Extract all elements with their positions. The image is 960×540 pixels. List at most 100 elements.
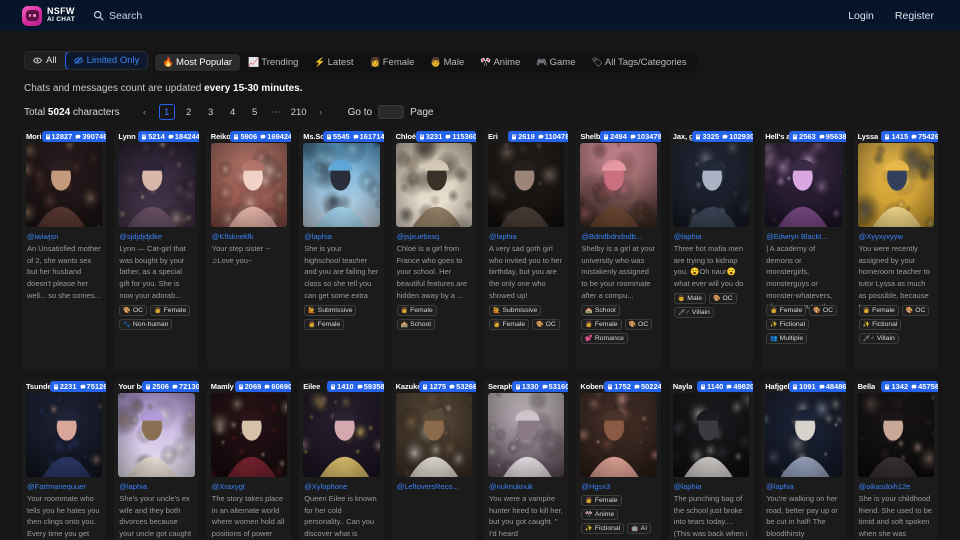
card-author-handle[interactable]: @Xraxygt xyxy=(212,482,286,491)
character-card[interactable]: Lynn 5214 184244 @sjdjdjdjdke Lynn — Cat-gir… xyxy=(114,129,199,371)
category-tab-all-tags-categories[interactable]: 🏷 All Tags/Categories xyxy=(583,54,694,71)
card-author-handle[interactable]: @jsjxuebxsq xyxy=(397,232,471,241)
card-author-handle[interactable]: @Xyyxyxyyw xyxy=(859,232,933,241)
card-tag[interactable]: 🤖 AI xyxy=(627,523,652,534)
search-button[interactable]: Search xyxy=(93,10,142,22)
card-thumbnail[interactable] xyxy=(765,393,842,477)
card-tag[interactable]: 👩 Female xyxy=(396,305,437,316)
card-tag[interactable]: 🎨 OC xyxy=(624,319,653,330)
card-tag[interactable]: 🎨 OC xyxy=(809,305,838,316)
register-link[interactable]: Register xyxy=(895,10,934,22)
character-card[interactable]: Mori 12827 390746 @iwiwjsn An Unsatisfied mo… xyxy=(22,129,107,371)
pagination-last-page[interactable]: 210 xyxy=(291,104,307,120)
card-thumbnail[interactable] xyxy=(672,393,750,477)
pagination-page-1[interactable]: 1 xyxy=(158,104,175,120)
card-tag[interactable]: 🗡♂ Villain xyxy=(673,307,714,318)
card-author-handle[interactable]: @laphia xyxy=(489,232,563,241)
card-thumbnail[interactable] xyxy=(672,143,750,227)
card-author-handle[interactable]: @Hgsx3 xyxy=(581,482,655,491)
character-card[interactable]: Reiko 5906 169424 @Kfisknekfk Your step sist… xyxy=(206,129,292,371)
card-tag[interactable]: 🎨 OC xyxy=(709,293,737,304)
character-card[interactable]: Your be 2506 72130 @laphia She's your uncle'… xyxy=(114,379,199,540)
card-thumbnail[interactable] xyxy=(210,393,288,477)
character-card[interactable]: Kobeni 1752 50224 @Hgsx3 👩 Female 🎌 Anime ✨ Ficti… xyxy=(576,379,661,540)
category-tab-latest[interactable]: ⚡ Latest xyxy=(306,54,361,71)
card-tag[interactable]: 🏫 School xyxy=(396,319,435,330)
category-tab-anime[interactable]: 🎌 Anime xyxy=(472,54,528,71)
toggle-option-all[interactable]: All xyxy=(25,52,66,69)
card-thumbnail[interactable] xyxy=(580,143,657,227)
character-card[interactable]: Jax, g 3325 102930 @laphia Three hot mafia m… xyxy=(668,129,754,371)
card-tag[interactable]: 🏫 School xyxy=(581,305,620,316)
pagination-prev-button[interactable]: ‹ xyxy=(137,104,153,120)
card-tag[interactable]: 🙋 Submissive xyxy=(489,305,542,316)
card-tag[interactable]: 👨 Male xyxy=(673,293,707,304)
pagination-page-2[interactable]: 2 xyxy=(181,104,197,120)
card-author-handle[interactable]: @Bdndbdndndb... xyxy=(581,232,655,241)
pagination-next-button[interactable]: › xyxy=(313,104,329,120)
character-card[interactable]: Chloé 3231 115360 @jsjxuebxsq Chloé is a gir… xyxy=(391,129,476,371)
card-thumbnail[interactable] xyxy=(395,143,472,227)
card-tag[interactable]: 👩 Female xyxy=(304,319,345,330)
site-logo[interactable]: NSFW AI CHAT xyxy=(22,5,75,26)
pagination-page-5[interactable]: 5 xyxy=(247,104,263,120)
card-thumbnail[interactable] xyxy=(580,393,657,477)
card-author-handle[interactable]: @laphia xyxy=(766,482,840,491)
card-author-handle[interactable]: @iwiwjsn xyxy=(27,232,101,241)
card-tag[interactable]: 💕 Romance xyxy=(581,333,628,344)
card-thumbnail[interactable] xyxy=(303,393,380,477)
card-tag[interactable]: 👩 Female xyxy=(581,319,622,330)
card-tag[interactable]: 👩 Female xyxy=(150,305,191,316)
card-author-handle[interactable]: @laphia xyxy=(674,232,748,241)
card-thumbnail[interactable] xyxy=(26,393,103,477)
card-thumbnail[interactable] xyxy=(765,143,842,227)
character-card[interactable]: Eri 2619 110478 @laphia A very sad goth girl… xyxy=(484,129,569,371)
character-card[interactable]: Kazuko 1275 53266 @LeftoversReco... xyxy=(391,379,476,540)
card-thumbnail[interactable] xyxy=(857,393,934,477)
card-tag[interactable]: 🎨 OC xyxy=(532,319,560,330)
card-tag[interactable]: 🎌 Anime xyxy=(581,509,619,520)
card-tag[interactable]: ✨ Fictional xyxy=(858,319,902,330)
card-thumbnail[interactable] xyxy=(303,143,380,227)
character-card[interactable]: Eilee 1410 59358 @Xylophone Queen Eilee is k… xyxy=(299,379,384,540)
card-thumbnail[interactable] xyxy=(488,143,565,227)
character-card[interactable]: Seraph 1330 53160 @nuknuknuk You were a vamp… xyxy=(484,379,569,540)
login-link[interactable]: Login xyxy=(848,10,874,22)
card-author-handle[interactable]: @sjdjdjdjdke xyxy=(119,232,193,241)
goto-page-input[interactable] xyxy=(378,105,405,119)
card-tag[interactable]: 👩 Female xyxy=(489,319,530,330)
category-tab-trending[interactable]: 📈 Trending xyxy=(240,54,306,71)
card-tag[interactable]: ✨ Fictional xyxy=(766,319,809,330)
card-author-handle[interactable]: @Kfisknekfk xyxy=(212,232,286,241)
character-card[interactable]: Tsunde 2231 75126 @Fartmanequuer Your roomma… xyxy=(22,379,107,540)
card-author-handle[interactable]: @Xylophone xyxy=(304,482,378,491)
card-author-handle[interactable]: @Edwryn Blackt... xyxy=(766,232,840,241)
pagination-page-4[interactable]: 4 xyxy=(225,104,241,120)
card-thumbnail[interactable] xyxy=(118,393,195,477)
card-author-handle[interactable]: @nuknuknuk xyxy=(489,482,563,491)
card-author-handle[interactable]: @LeftoversReco... xyxy=(397,482,471,491)
card-tag[interactable]: 👩 Female xyxy=(581,495,622,506)
card-tag[interactable]: 👥 Multiple xyxy=(766,333,808,344)
character-card[interactable]: Lyssa 1415 75426 @Xyyxyxyyw You were recentl… xyxy=(853,129,938,371)
card-tag[interactable]: ✨ Fictional xyxy=(581,523,625,534)
card-tag[interactable]: 🗡♂ Villain xyxy=(858,333,899,344)
card-tag[interactable]: 🐾 Non-human xyxy=(119,319,173,330)
card-thumbnail[interactable] xyxy=(210,143,288,227)
card-author-handle[interactable]: @laphia xyxy=(674,482,748,491)
category-tab-female[interactable]: 👩 Female xyxy=(362,54,423,71)
category-tab-male[interactable]: 👨 Male xyxy=(422,54,472,71)
card-author-handle[interactable]: @laphia xyxy=(304,232,378,241)
card-author-handle[interactable]: @laphia xyxy=(119,482,193,491)
card-thumbnail[interactable] xyxy=(118,143,195,227)
card-author-handle[interactable]: @oikasdoih12e xyxy=(859,482,933,491)
character-card[interactable]: Nayla 1140 49820 @laphia The punching bag of… xyxy=(668,379,754,540)
character-card[interactable]: Shelby 2494 103478 @Bdndbdndndb... Shelby is… xyxy=(576,129,661,371)
card-tag[interactable]: 🎨 OC xyxy=(901,305,930,316)
category-tab-game[interactable]: 🎮 Game xyxy=(528,54,583,71)
card-tag[interactable]: 🙋 Submissive xyxy=(304,305,357,316)
card-tag[interactable]: 🎨 OC xyxy=(119,305,148,316)
character-card[interactable]: Mamly 2069 60690 @Xraxygt The story takes pl… xyxy=(206,379,292,540)
character-card[interactable]: Hell's a 2563 95638 @Edwryn Blackt... | A ac… xyxy=(761,129,846,371)
pagination-page-3[interactable]: 3 xyxy=(203,104,219,120)
